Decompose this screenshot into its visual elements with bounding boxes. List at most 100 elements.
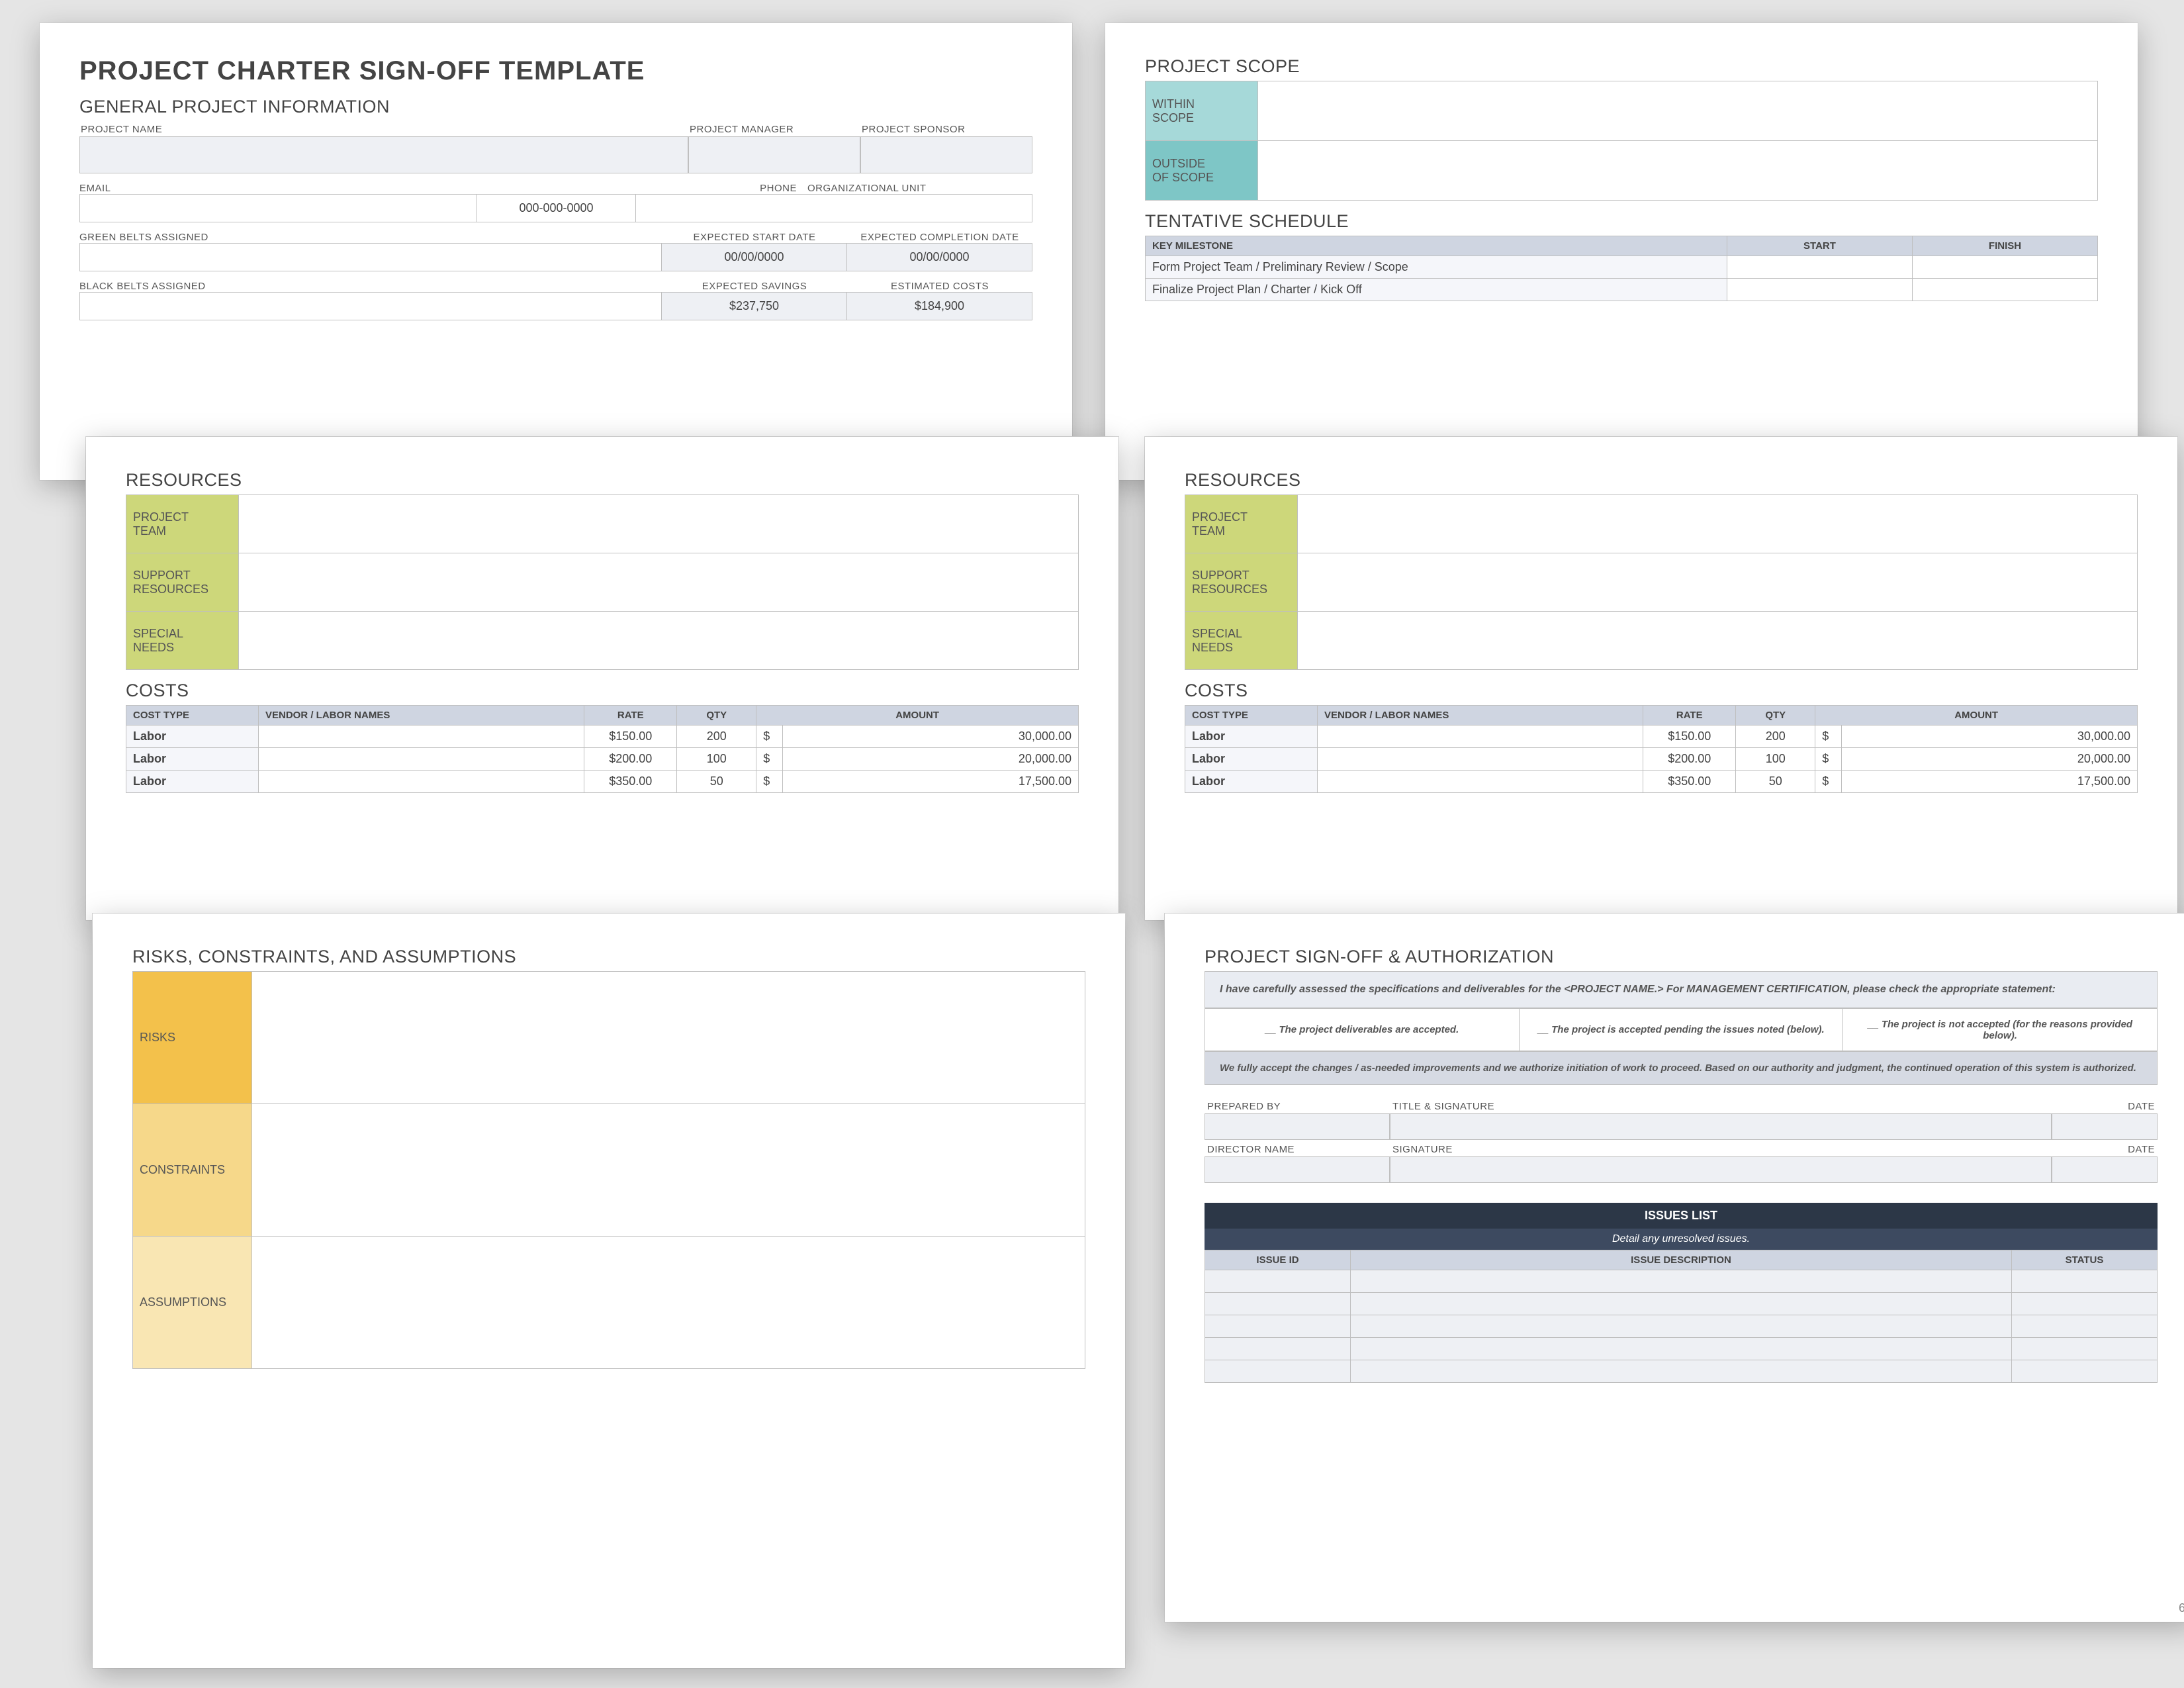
label-date-1: DATE bbox=[2052, 1097, 2158, 1113]
section-signoff-heading: PROJECT SIGN-OFF & AUTHORIZATION bbox=[1205, 947, 2158, 967]
field-exp-complete[interactable]: 00/00/0000 bbox=[847, 244, 1032, 271]
label-date-2: DATE bbox=[2052, 1140, 2158, 1156]
label-est-costs: ESTIMATED COSTS bbox=[847, 281, 1032, 292]
milestone-row[interactable]: Finalize Project Plan / Charter / Kick O… bbox=[1146, 279, 1727, 301]
table-costs: COST TYPE VENDOR / LABOR NAMES RATE QTY … bbox=[126, 705, 1079, 793]
field-constraints[interactable] bbox=[252, 1104, 1085, 1237]
label-green-belts: GREEN BELTS ASSIGNED bbox=[79, 232, 662, 243]
label-project-sponsor: PROJECT SPONSOR bbox=[860, 121, 1032, 136]
field-green-belts[interactable] bbox=[80, 244, 662, 271]
field-org-unit[interactable] bbox=[636, 195, 1032, 222]
label-prepared-by: PREPARED BY bbox=[1205, 1097, 1390, 1113]
label-director: DIRECTOR NAME bbox=[1205, 1140, 1390, 1156]
section-scope-heading: PROJECT SCOPE bbox=[1145, 56, 2098, 77]
table-black-belts: $237,750 $184,900 bbox=[79, 292, 1032, 320]
label-email: EMAIL bbox=[79, 183, 477, 194]
col-issue-desc: ISSUE DESCRIPTION bbox=[1351, 1250, 2012, 1270]
label-within-scope: WITHIN SCOPE bbox=[1146, 81, 1258, 141]
field-exp-savings[interactable]: $237,750 bbox=[662, 293, 847, 320]
field-prepared-by[interactable] bbox=[1205, 1113, 1390, 1140]
field-director[interactable] bbox=[1205, 1156, 1390, 1183]
signoff-option-accepted[interactable]: __ The project deliverables are accepted… bbox=[1205, 1009, 1520, 1051]
label-constraints: CONSTRAINTS bbox=[133, 1104, 252, 1237]
field-date-2[interactable] bbox=[2052, 1156, 2158, 1183]
label-black-belts: BLACK BELTS ASSIGNED bbox=[79, 281, 662, 292]
field-title-sig[interactable] bbox=[1390, 1113, 2052, 1140]
label-project-name: PROJECT NAME bbox=[79, 121, 688, 136]
table-scope: WITHIN SCOPE OUTSIDE OF SCOPE bbox=[1145, 81, 2098, 201]
milestone-row[interactable]: Form Project Team / Preliminary Review /… bbox=[1146, 256, 1727, 279]
label-phone: PHONE bbox=[477, 183, 807, 194]
field-project-name[interactable] bbox=[79, 136, 688, 173]
field-special-needs[interactable] bbox=[239, 612, 1079, 670]
table-resources: PROJECT TEAM SUPPORT RESOURCES SPECIAL N… bbox=[1185, 494, 2138, 670]
col-milestone: KEY MILESTONE bbox=[1146, 236, 1727, 256]
field-phone[interactable]: 000-000-0000 bbox=[477, 195, 636, 222]
field-email[interactable] bbox=[80, 195, 477, 222]
label-project-team: PROJECT TEAM bbox=[1185, 495, 1298, 553]
label-project-team: PROJECT TEAM bbox=[126, 495, 239, 553]
label-assumptions: ASSUMPTIONS bbox=[133, 1237, 252, 1369]
table-resources: PROJECT TEAM SUPPORT RESOURCES SPECIAL N… bbox=[126, 494, 1079, 670]
label-risks: RISKS bbox=[133, 972, 252, 1104]
doc-title: PROJECT CHARTER SIGN-OFF TEMPLATE bbox=[79, 56, 1032, 86]
table-contact: 000-000-0000 bbox=[79, 194, 1032, 222]
field-project-team[interactable] bbox=[239, 495, 1079, 553]
section-resources-heading: RESOURCES bbox=[1185, 470, 2138, 491]
page-2-scope-schedule: PROJECT SCOPE WITHIN SCOPE OUTSIDE OF SC… bbox=[1105, 23, 2138, 480]
signoff-note: We fully accept the changes / as-needed … bbox=[1205, 1051, 2158, 1085]
table-schedule: KEY MILESTONE START FINISH Form Project … bbox=[1145, 236, 2098, 301]
field-project-manager[interactable] bbox=[688, 136, 860, 173]
cost-row: Labor $200.00 100 $ 20,000.00 bbox=[126, 748, 1079, 771]
label-support-resources: SUPPORT RESOURCES bbox=[1185, 553, 1298, 612]
table-issues: ISSUE ID ISSUE DESCRIPTION STATUS bbox=[1205, 1250, 2158, 1383]
cost-row: Labor $350.00 50 $ 17,500.00 bbox=[126, 771, 1079, 793]
page-5-risks: RISKS, CONSTRAINTS, AND ASSUMPTIONS RISK… bbox=[93, 914, 1125, 1668]
issues-list-title: ISSUES LIST bbox=[1205, 1203, 2158, 1229]
col-schedule-finish: FINISH bbox=[1913, 236, 2098, 256]
col-cost-qty: QTY bbox=[677, 706, 756, 726]
field-project-sponsor[interactable] bbox=[860, 136, 1032, 173]
section-costs-heading: COSTS bbox=[1185, 680, 2138, 701]
signoff-intro-text: I have carefully assessed the specificat… bbox=[1205, 971, 2158, 1008]
label-org-unit: ORGANIZATIONAL UNIT bbox=[807, 183, 1032, 194]
label-special-needs: SPECIAL NEEDS bbox=[126, 612, 239, 670]
table-costs: COST TYPE VENDOR / LABOR NAMES RATE QTY … bbox=[1185, 705, 2138, 793]
field-outside-scope[interactable] bbox=[1258, 141, 2098, 201]
field-within-scope[interactable] bbox=[1258, 81, 2098, 141]
table-rca: RISKS CONSTRAINTS ASSUMPTIONS bbox=[132, 971, 1085, 1369]
field-date-1[interactable] bbox=[2052, 1113, 2158, 1140]
field-exp-start[interactable]: 00/00/0000 bbox=[662, 244, 847, 271]
page-1-charter: PROJECT CHARTER SIGN-OFF TEMPLATE GENERA… bbox=[40, 23, 1072, 480]
label-exp-complete: EXPECTED COMPLETION DATE bbox=[847, 232, 1032, 243]
col-cost-type: COST TYPE bbox=[126, 706, 259, 726]
label-exp-start: EXPECTED START DATE bbox=[662, 232, 847, 243]
field-est-costs[interactable]: $184,900 bbox=[847, 293, 1032, 320]
col-cost-vendor: VENDOR / LABOR NAMES bbox=[259, 706, 584, 726]
page-6-signoff: PROJECT SIGN-OFF & AUTHORIZATION I have … bbox=[1165, 914, 2184, 1622]
page-4-resources-costs: RESOURCES PROJECT TEAM SUPPORT RESOURCES… bbox=[1145, 437, 2177, 920]
col-issue-status: STATUS bbox=[2012, 1250, 2158, 1270]
field-black-belts[interactable] bbox=[80, 293, 662, 320]
label-signature: SIGNATURE bbox=[1390, 1140, 2052, 1156]
label-project-manager: PROJECT MANAGER bbox=[688, 121, 860, 136]
signoff-option-pending[interactable]: __ The project is accepted pending the i… bbox=[1519, 1009, 1843, 1051]
field-support-resources[interactable] bbox=[239, 553, 1079, 612]
section-costs-heading: COSTS bbox=[126, 680, 1079, 701]
label-outside-scope: OUTSIDE OF SCOPE bbox=[1146, 141, 1258, 201]
table-signoff-options: __ The project deliverables are accepted… bbox=[1205, 1008, 2158, 1051]
label-special-needs: SPECIAL NEEDS bbox=[1185, 612, 1298, 670]
cost-row: Labor $150.00 200 $ 30,000.00 bbox=[126, 726, 1079, 748]
signoff-option-rejected[interactable]: __ The project is not accepted (for the … bbox=[1843, 1009, 2158, 1051]
section-resources-heading: RESOURCES bbox=[126, 470, 1079, 491]
table-green-belts: 00/00/0000 00/00/0000 bbox=[79, 243, 1032, 271]
field-risks[interactable] bbox=[252, 972, 1085, 1104]
col-schedule-start: START bbox=[1727, 236, 1913, 256]
section-general-heading: GENERAL PROJECT INFORMATION bbox=[79, 97, 1032, 117]
field-assumptions[interactable] bbox=[252, 1237, 1085, 1369]
section-rca-heading: RISKS, CONSTRAINTS, AND ASSUMPTIONS bbox=[132, 947, 1085, 967]
col-cost-amount: AMOUNT bbox=[756, 706, 1079, 726]
label-exp-savings: EXPECTED SAVINGS bbox=[662, 281, 847, 292]
field-signature[interactable] bbox=[1390, 1156, 2052, 1183]
page-number: 6 bbox=[2179, 1601, 2184, 1615]
